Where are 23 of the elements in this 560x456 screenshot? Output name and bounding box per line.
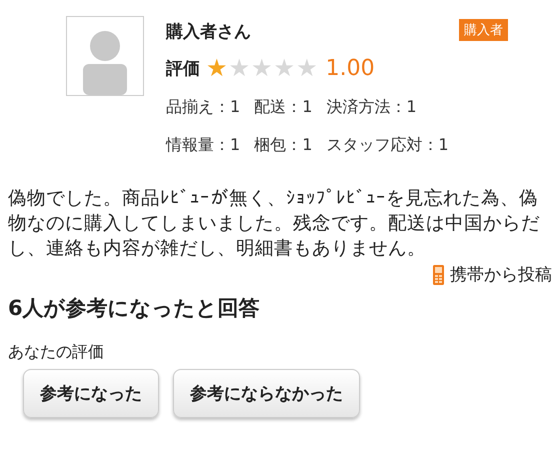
star-icon: ★ [274,56,296,80]
rating-detail: 梱包：1 [254,134,312,156]
mobile-phone-icon [433,264,444,284]
avatar-icon [66,16,144,96]
star-icon: ★ [296,56,318,80]
rating-detail: 情報量：1 [166,134,240,156]
star-icon: ★ [228,56,250,80]
star-icon: ★ [206,56,228,80]
review-text: 偽物でした。商品ﾚﾋﾞｭｰが無く、ｼｮｯﾌﾟﾚﾋﾞｭｰを見忘れた為、偽物なのに購入してしまいました。残念です。配送は中国からだし、連絡も内容が雑だし、明細書もありません。 [8,187,541,261]
rating-detail: 配送：1 [254,96,312,118]
helpful-vote-button[interactable]: 参考になった [23,369,159,418]
rating-detail: スタッフ応対：1 [326,134,449,156]
helpful-vote-button[interactable]: 参考にならなかった [173,369,360,418]
buyer-badge: 購入者 [459,19,508,41]
reviewer-name: 購入者さん [166,21,251,43]
your-rating-label: あなたの評価 [8,342,105,363]
helpful-summary: 6人が参考になったと回答 [8,295,261,322]
rating-detail: 品揃え：1 [166,96,240,118]
rating-label: 評価 [166,58,200,80]
rating-detail: 決済方法：1 [326,96,417,118]
posted-from-mobile: 携帯から投稿 [450,264,552,286]
rating-score: 1.00 [326,56,375,80]
star-icon: ★ [251,56,273,80]
